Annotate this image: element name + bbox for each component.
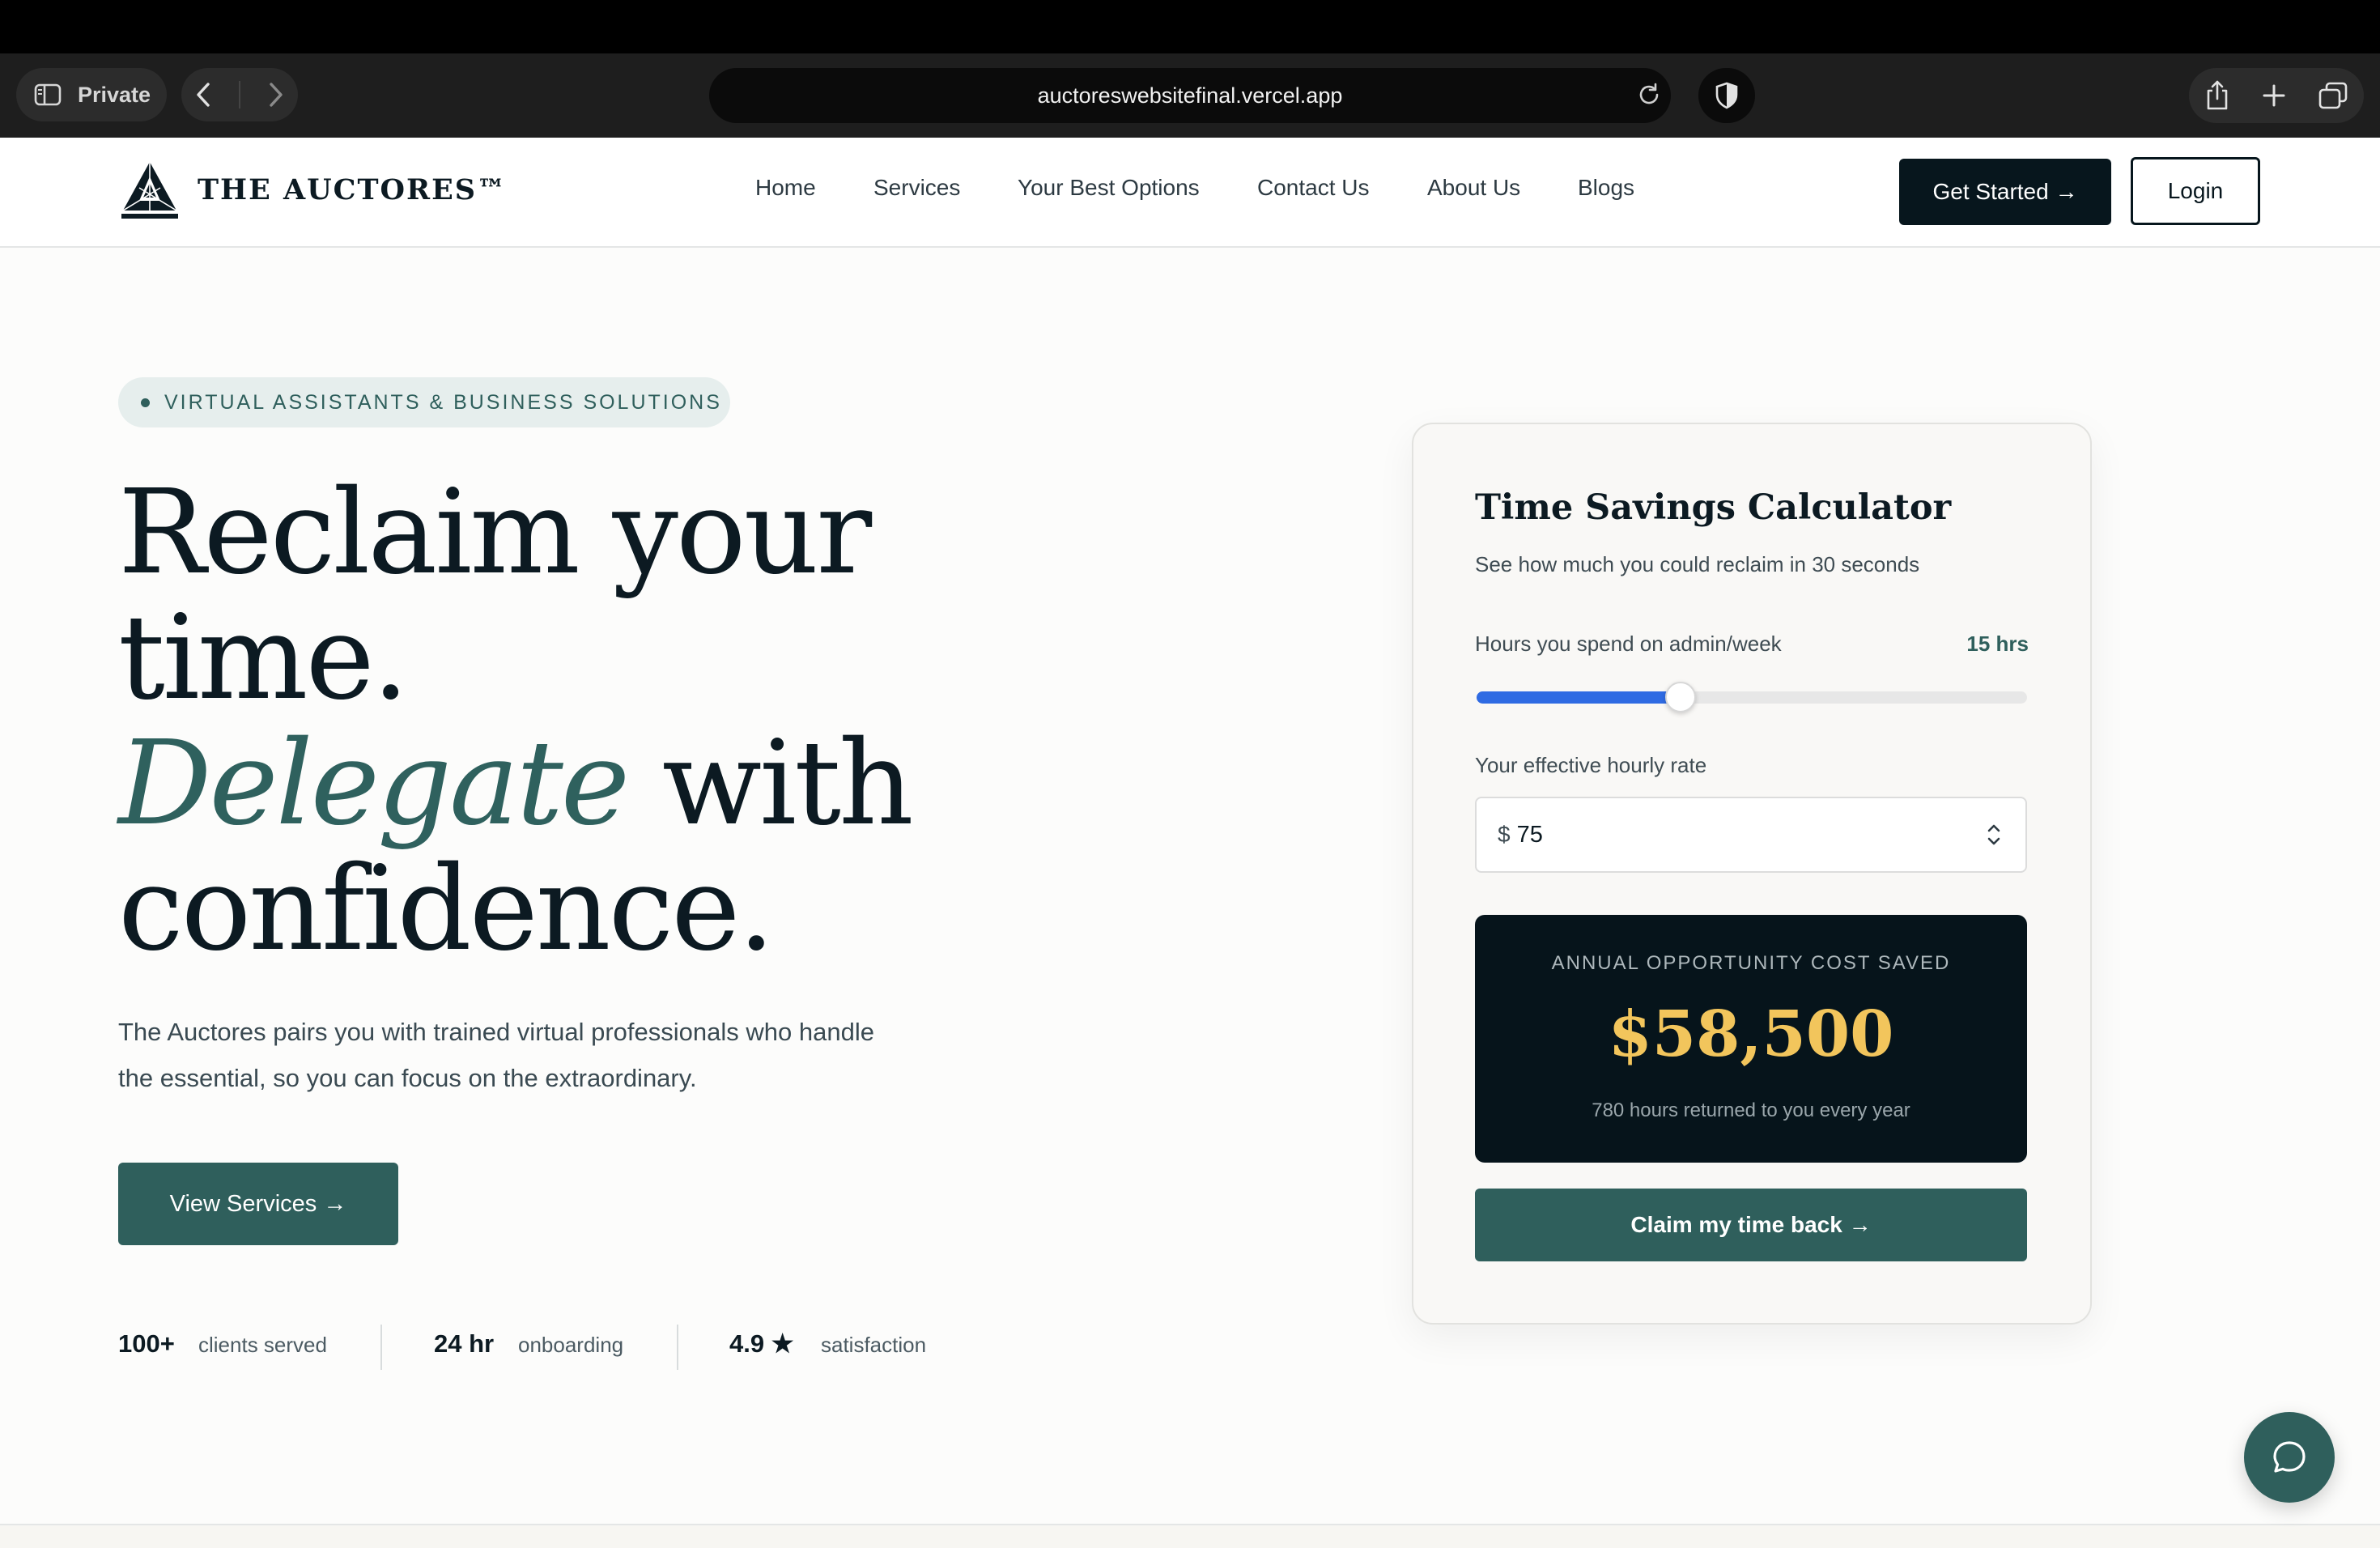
share-button[interactable] — [2205, 80, 2229, 111]
private-label: Private — [78, 82, 151, 107]
next-section-edge — [0, 1525, 2380, 1548]
hours-slider-fill — [1477, 691, 1681, 704]
address-bar[interactable]: auctoreswebsitefinal.vercel.app — [709, 68, 1671, 123]
back-button[interactable] — [195, 82, 211, 108]
result-label: ANNUAL OPPORTUNITY COST SAVED — [1551, 952, 1951, 974]
hero-subcopy: The Auctores pairs you with trained virt… — [118, 1018, 874, 1092]
nav-your-best-options[interactable]: Your Best Options — [1018, 175, 1200, 201]
nav-about-us[interactable]: About Us — [1427, 175, 1520, 201]
nav-blogs[interactable]: Blogs — [1578, 175, 1634, 201]
claim-time-back-button[interactable]: Claim my time back → — [1475, 1189, 2027, 1261]
hours-value: 15 hrs — [1966, 632, 2029, 656]
calculator-subtitle: See how much you could reclaim in 30 sec… — [1475, 552, 1920, 576]
tabs-overview-icon — [2318, 82, 2348, 109]
stat-onboarding-value: 24 hr — [434, 1329, 495, 1358]
badge-text: VIRTUAL ASSISTANTS & BUSINESS SOLUTIONS — [164, 390, 722, 414]
nav-home[interactable]: Home — [755, 175, 816, 201]
chevron-right-icon — [270, 83, 283, 107]
window-actions-group — [2189, 68, 2364, 123]
nav-services[interactable]: Services — [873, 175, 960, 201]
headline-accent-word: Delegate — [118, 715, 630, 851]
headline-line-2: time. — [118, 589, 409, 725]
stat-clients-value: 100+ — [118, 1329, 175, 1358]
calculator-title: Time Savings Calculator — [1475, 487, 1952, 528]
shield-icon — [1715, 82, 1738, 109]
share-icon — [2207, 80, 2228, 110]
url-text: auctoreswebsitefinal.vercel.app — [1037, 83, 1343, 108]
nav-contact-us[interactable]: Contact Us — [1257, 175, 1370, 201]
login-button[interactable]: Login — [2131, 157, 2260, 225]
headline-line-3-rest: with — [627, 715, 914, 851]
headline-line-1: Reclaim your — [118, 464, 872, 600]
headline-line-4: confidence. — [118, 840, 775, 976]
chat-bubble-icon — [2273, 1441, 2306, 1473]
rate-label: Your effective hourly rate — [1475, 753, 1707, 777]
stepper-arrows-icon[interactable] — [1985, 821, 2003, 848]
chevron-left-icon — [197, 83, 210, 107]
currency-symbol: $ — [1498, 822, 1511, 847]
hero-badge: VIRTUAL ASSISTANTS & BUSINESS SOLUTIONS — [118, 377, 730, 427]
rate-value: 75 — [1516, 821, 1543, 848]
reload-icon[interactable] — [1635, 81, 1663, 108]
forward-button[interactable] — [268, 82, 284, 108]
result-note: 780 hours returned to you every year — [1592, 1099, 1910, 1121]
private-tab-group-button[interactable]: Private — [16, 68, 167, 121]
tab-overview-button[interactable] — [2318, 82, 2348, 109]
badge-dot — [141, 398, 150, 407]
view-services-button[interactable]: View Services → — [118, 1163, 398, 1245]
hero-stats: 100+ clients served 24 hr onboarding 4.9… — [0, 1325, 1052, 1370]
privacy-report-button[interactable] — [1698, 68, 1755, 123]
hero-headline: Reclaim your time. Delegate with confide… — [118, 470, 1009, 972]
stat-divider — [380, 1325, 382, 1370]
stat-onboarding-label: onboarding — [518, 1333, 624, 1357]
plus-icon — [2263, 84, 2285, 107]
sidebar-icon — [34, 83, 62, 106]
chat-button[interactable] — [2244, 1412, 2335, 1503]
hours-label: Hours you spend on admin/week — [1475, 632, 1782, 656]
hourly-rate-input[interactable]: $ 75 — [1475, 797, 2027, 873]
nav-divider — [239, 81, 240, 108]
stat-clients-label: clients served — [198, 1333, 327, 1357]
get-started-button[interactable]: Get Started → — [1899, 159, 2111, 225]
stat-divider — [677, 1325, 678, 1370]
stat-satisfaction-value: 4.9 ★ — [729, 1329, 794, 1358]
stat-satisfaction-label: satisfaction — [821, 1333, 927, 1357]
history-nav-group — [181, 68, 298, 121]
headline-line-3: Delegate with — [118, 721, 1009, 846]
result-value: $58,500 — [1608, 997, 1894, 1071]
menu-bar-area — [0, 0, 2380, 53]
hours-slider-thumb[interactable] — [1665, 682, 1696, 712]
new-tab-button[interactable] — [2262, 83, 2286, 108]
